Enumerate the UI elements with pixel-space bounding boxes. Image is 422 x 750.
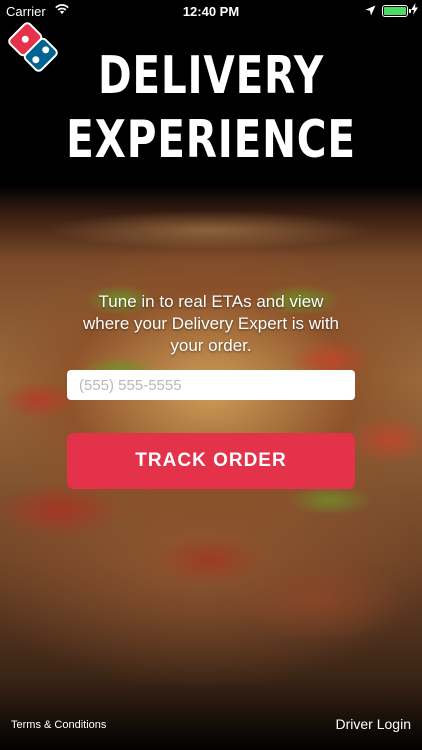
phone-number-input[interactable] [67, 370, 355, 400]
page-title: DELIVERY EXPERIENCE [46, 44, 375, 172]
driver-login-link[interactable]: Driver Login [336, 716, 411, 732]
charging-bolt-icon [411, 3, 418, 18]
terms-and-conditions-link[interactable]: Terms & Conditions [11, 719, 106, 731]
title-line-2: EXPERIENCE [66, 110, 356, 170]
location-arrow-icon [365, 4, 376, 19]
title-line-1: DELIVERY [97, 46, 325, 106]
status-bar: Carrier 12:40 PM [0, 0, 422, 22]
battery-icon [382, 5, 411, 17]
tagline-text: Tune in to real ETAs and view where your… [82, 292, 340, 355]
clock: 12:40 PM [182, 4, 240, 19]
track-order-button[interactable]: TRACK ORDER [67, 433, 355, 489]
